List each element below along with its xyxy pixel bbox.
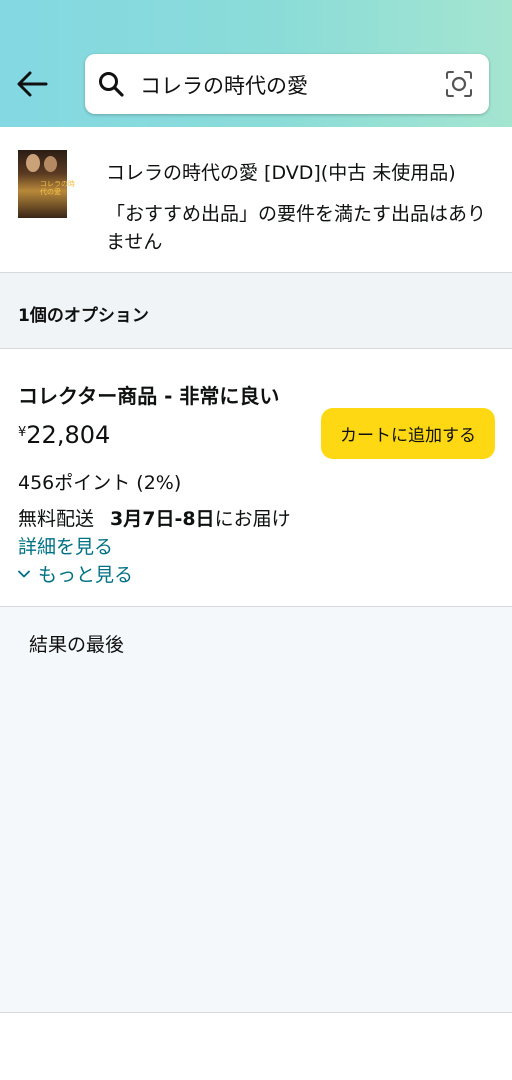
back-button[interactable]	[12, 64, 52, 104]
offer-price: ¥22,804	[18, 421, 110, 449]
delivery-date: 3月7日-8日	[110, 508, 215, 530]
recommended-offer-note: 「おすすめ出品」の要件を満たす出品はありません	[106, 203, 487, 253]
delivery-prefix: 無料配送	[18, 508, 95, 530]
thumbnail-title: コレラの時代の愛	[40, 180, 75, 196]
see-more-label: もっと見る	[38, 564, 134, 586]
offer-condition: コレクター商品 - 非常に良い	[18, 384, 280, 408]
app-header: コレラの時代の愛	[0, 0, 512, 127]
price-amount: 22,804	[26, 421, 111, 449]
add-to-cart-button[interactable]: カートに追加する	[321, 408, 495, 459]
options-count-label: 1個のオプション	[18, 306, 149, 326]
see-more-link[interactable]: もっと見る	[18, 560, 133, 587]
camera-lens-icon[interactable]	[445, 70, 473, 98]
delivery-suffix: にお届け	[214, 508, 291, 530]
search-icon[interactable]	[97, 70, 125, 98]
details-link[interactable]: 詳細を見る	[18, 532, 113, 559]
product-title[interactable]: コレラの時代の愛 [DVD](中古 未使用品)	[106, 158, 456, 185]
points-info: 456ポイント (2%)	[18, 472, 182, 494]
thumbnail-face-left	[26, 154, 40, 172]
chevron-down-icon	[18, 570, 30, 577]
thumbnail-face-right	[44, 156, 57, 172]
offer-card: コレクター商品 - 非常に良い ¥22,804 カートに追加する 456ポイント…	[0, 349, 512, 607]
end-of-results-label: 結果の最後	[29, 634, 125, 656]
arrow-left-icon	[17, 71, 48, 97]
product-summary: コレラの時代の愛 コレラの時代の愛 [DVD](中古 未使用品) 「おすすめ出品…	[0, 127, 512, 273]
options-count-header: 1個のオプション	[0, 273, 512, 349]
delivery-info: 無料配送 3月7日-8日にお届け	[18, 504, 291, 531]
product-thumbnail[interactable]: コレラの時代の愛	[18, 150, 75, 218]
currency-symbol: ¥	[18, 425, 27, 440]
search-input[interactable]: コレラの時代の愛	[140, 70, 308, 100]
bottom-bar	[0, 1012, 512, 1080]
search-bar[interactable]: コレラの時代の愛	[85, 54, 489, 114]
